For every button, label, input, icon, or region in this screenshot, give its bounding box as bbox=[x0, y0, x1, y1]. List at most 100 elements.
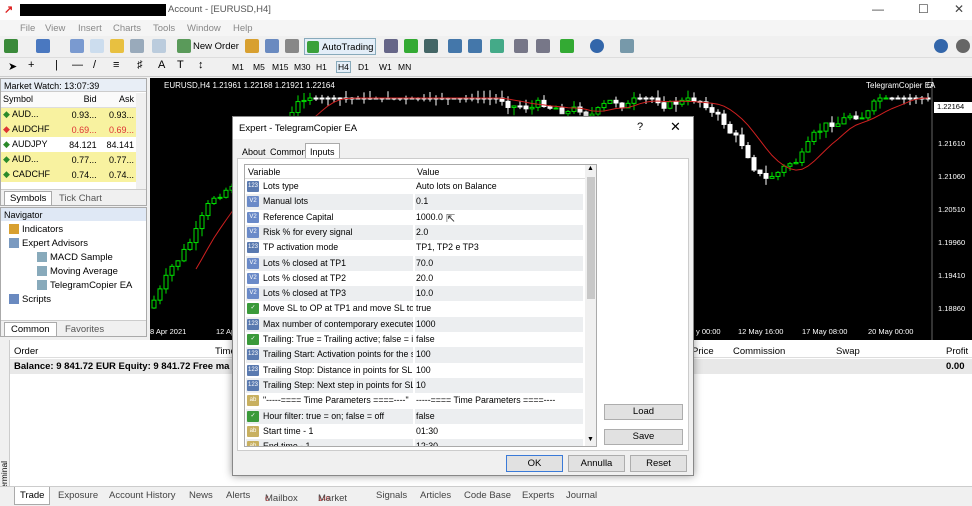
tab-market[interactable]: Market 140 bbox=[318, 490, 347, 504]
col-bid[interactable]: Bid bbox=[61, 92, 99, 108]
timeframe-m30[interactable]: M30 bbox=[294, 62, 311, 72]
timeframe-h4[interactable]: H4 bbox=[336, 61, 351, 73]
line-chart-icon[interactable] bbox=[424, 39, 438, 53]
timeframe-mn[interactable]: MN bbox=[398, 62, 411, 72]
col-variable[interactable]: Variable bbox=[248, 167, 280, 177]
col-profit[interactable]: Profit bbox=[946, 346, 968, 357]
input-value[interactable]: 10 bbox=[415, 377, 583, 394]
new-order-button[interactable]: New Order bbox=[193, 41, 239, 52]
cancel-button[interactable]: Annulla bbox=[568, 455, 625, 472]
input-row[interactable]: Trailing: True = Trailing active; false … bbox=[245, 332, 585, 347]
tile-windows-icon[interactable] bbox=[490, 39, 504, 53]
reset-button[interactable]: Reset bbox=[630, 455, 687, 472]
chart-shift-icon[interactable] bbox=[536, 39, 550, 53]
market-row[interactable]: ◆ AUD... 0.93... 0.93... bbox=[1, 107, 136, 122]
tab-news[interactable]: News bbox=[189, 490, 213, 501]
col-commission[interactable]: Commission bbox=[733, 346, 785, 357]
timeframe-d1[interactable]: D1 bbox=[358, 62, 369, 72]
scroll-up-icon[interactable]: ▲ bbox=[587, 165, 594, 172]
input-value[interactable]: 2.0 bbox=[415, 224, 583, 241]
cursor-icon[interactable]: ➤ bbox=[8, 60, 17, 73]
crosshair-icon[interactable]: + bbox=[28, 59, 34, 71]
autoscroll-icon[interactable] bbox=[514, 39, 528, 53]
input-value[interactable]: 100 bbox=[415, 363, 583, 378]
timeframe-h1[interactable]: H1 bbox=[316, 62, 327, 72]
load-button[interactable]: Load bbox=[604, 404, 683, 420]
input-row[interactable]: Lots % closed at TP3 10.0 V2 bbox=[245, 286, 585, 302]
market-watch-scrollbar[interactable] bbox=[136, 93, 146, 189]
navigator-icon[interactable] bbox=[110, 39, 124, 53]
zoom-out-icon[interactable] bbox=[468, 39, 482, 53]
menu-tools[interactable]: Tools bbox=[153, 23, 175, 34]
text-icon[interactable]: A bbox=[158, 59, 165, 71]
inputs-scrollbar[interactable]: ▲ ▼ bbox=[585, 165, 596, 446]
metaeditor-icon[interactable] bbox=[245, 39, 259, 53]
input-row[interactable]: Risk % for every signal 2.0 V2 bbox=[245, 224, 585, 241]
nav-expert-advisors[interactable]: Expert Advisors bbox=[9, 238, 88, 249]
tab-alerts[interactable]: Alerts bbox=[226, 490, 250, 501]
autotrading-button[interactable]: AutoTrading bbox=[304, 38, 376, 55]
tab-account-history[interactable]: Account History bbox=[109, 490, 176, 501]
data-window-icon[interactable] bbox=[90, 39, 104, 53]
search-icon[interactable] bbox=[934, 39, 948, 53]
input-row[interactable]: Lots % closed at TP1 70.0 V2 bbox=[245, 255, 585, 271]
text-label-icon[interactable]: T bbox=[177, 59, 184, 71]
scroll-thumb[interactable] bbox=[587, 177, 595, 299]
zoom-in-icon[interactable] bbox=[448, 39, 462, 53]
vertical-line-icon[interactable]: | bbox=[55, 59, 58, 71]
ok-button[interactable]: OK bbox=[506, 455, 563, 472]
tab-signals[interactable]: Signals bbox=[376, 490, 407, 501]
account-icon[interactable] bbox=[956, 39, 970, 53]
nav-scripts[interactable]: Scripts bbox=[9, 294, 51, 305]
col-value[interactable]: Value bbox=[417, 167, 439, 177]
input-value[interactable]: 1000.0 bbox=[415, 210, 583, 225]
input-row[interactable]: Max number of contemporary executed ... 1… bbox=[245, 316, 585, 332]
menu-charts[interactable]: Charts bbox=[113, 23, 141, 34]
dialog-close-icon[interactable]: ✕ bbox=[670, 119, 681, 135]
nav-moving-average[interactable]: Moving Average bbox=[37, 266, 118, 277]
input-row[interactable]: Lots % closed at TP2 20.0 V2 bbox=[245, 271, 585, 286]
input-value[interactable]: 100 bbox=[415, 347, 583, 363]
input-row[interactable]: Hour filter: true = on; false = off false… bbox=[245, 408, 585, 424]
save-button[interactable]: Save bbox=[604, 429, 683, 445]
arrows-icon[interactable]: ↕ bbox=[198, 59, 204, 71]
periods-icon[interactable] bbox=[590, 39, 604, 53]
timeframe-m5[interactable]: M5 bbox=[253, 62, 265, 72]
menu-file[interactable]: File bbox=[20, 23, 35, 34]
input-value[interactable]: 70.0 bbox=[415, 255, 583, 271]
candlestick-icon[interactable] bbox=[404, 39, 418, 53]
input-row[interactable]: "-----==== Time Parameters ====----" ----… bbox=[245, 393, 585, 408]
input-value[interactable]: false bbox=[415, 408, 583, 424]
input-row[interactable]: Trailing Start: Activation points for th… bbox=[245, 347, 585, 363]
channel-icon[interactable]: ≡ bbox=[113, 59, 119, 71]
input-value[interactable]: false bbox=[415, 332, 583, 347]
input-row[interactable]: TP activation mode TP1, TP2 e TP3 123 bbox=[245, 240, 585, 255]
input-value[interactable]: TP1, TP2 e TP3 bbox=[415, 240, 583, 255]
timeframe-m15[interactable]: M15 bbox=[272, 62, 289, 72]
input-value[interactable]: -----==== Time Parameters ====---- bbox=[415, 393, 583, 408]
tab-tick-chart[interactable]: Tick Chart bbox=[59, 193, 102, 204]
input-row[interactable]: Move SL to OP at TP1 and move SL to ... t… bbox=[245, 301, 585, 316]
bar-chart-icon[interactable] bbox=[384, 39, 398, 53]
input-row[interactable]: End time - 1 12:30 ab bbox=[245, 439, 585, 446]
input-row[interactable]: Trailing Step: Next step in points for S… bbox=[245, 377, 585, 394]
nav-macd-sample[interactable]: MACD Sample bbox=[37, 252, 113, 263]
col-symbol[interactable]: Symbol bbox=[1, 92, 62, 108]
minimize-icon[interactable]: — bbox=[872, 2, 884, 16]
market-icon[interactable] bbox=[285, 39, 299, 53]
input-value[interactable]: 1000 bbox=[415, 316, 583, 332]
close-icon[interactable]: ✕ bbox=[954, 2, 964, 16]
menu-insert[interactable]: Insert bbox=[78, 23, 102, 34]
input-row[interactable]: Manual lots 0.1 V2 bbox=[245, 194, 585, 210]
market-watch-icon[interactable] bbox=[70, 39, 84, 53]
tab-trade[interactable]: Trade bbox=[14, 487, 51, 505]
input-value[interactable]: 20.0 bbox=[415, 271, 583, 286]
market-row[interactable]: ◆ AUDCHF 0.69... 0.69... bbox=[1, 122, 136, 137]
terminal-icon[interactable] bbox=[130, 39, 144, 53]
input-value[interactable]: Auto lots on Balance bbox=[415, 179, 583, 194]
input-row[interactable]: Reference Capital 1000.0 V2 bbox=[245, 210, 585, 225]
new-chart-icon[interactable] bbox=[4, 39, 18, 53]
fibonacci-icon[interactable]: ♯ bbox=[137, 59, 143, 71]
tab-favorites[interactable]: Favorites bbox=[65, 324, 104, 335]
market-row[interactable]: ◆ CADCHF 0.74... 0.74... bbox=[1, 167, 136, 182]
